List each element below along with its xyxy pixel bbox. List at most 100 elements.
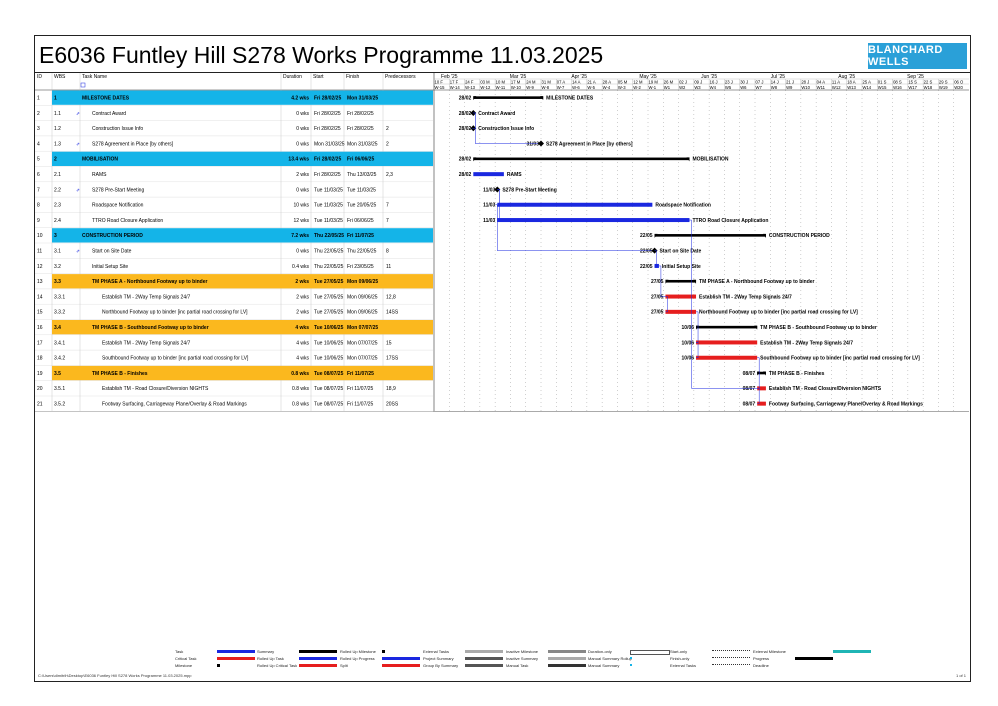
task-finish: Fri 23/05/25	[347, 264, 374, 270]
week-date-label: 30 J	[740, 80, 748, 85]
bar-start-date: 11/03	[483, 218, 495, 224]
task-id: 11	[37, 248, 42, 254]
legend-label: Task	[175, 649, 184, 654]
week-number-label: W13	[847, 85, 856, 90]
legend-swatch	[833, 650, 871, 653]
legend-label: Critical Task	[175, 656, 197, 661]
task-start: Fri 28/02/25	[314, 111, 341, 117]
footer-page-number: 1 of 1	[955, 673, 966, 678]
week-date-label: 17 M	[511, 80, 521, 85]
legend-swatch	[299, 664, 337, 667]
task-duration: 13.4 wks	[288, 157, 309, 163]
task-id: 3	[37, 126, 40, 132]
dependency-link	[757, 388, 760, 404]
task-duration: 12 wks	[293, 218, 309, 224]
legend-swatch	[795, 657, 833, 660]
task-finish: Mon 31/03/25	[347, 141, 378, 147]
week-date-label: 29 S	[939, 80, 948, 85]
legend-label: Split	[340, 663, 348, 668]
task-name-header: Task Name	[82, 74, 107, 80]
task-name: Contract Award	[92, 111, 126, 117]
week-date-label: 01 S	[878, 80, 887, 85]
bar-start-date: 27/05	[651, 294, 664, 300]
task-name: Establish TM - 2Way Temp Signals 24/7	[102, 340, 190, 346]
print-page: E6036 Funtley Hill S278 Works Programme …	[34, 35, 971, 682]
bar-task-label: Initial Setup Site	[662, 264, 701, 270]
task-start: Thu 22/05/25	[314, 248, 344, 254]
table-row: 9 2.4 TTRO Road Closure Application 12 wks T…	[35, 218, 433, 228]
task-id: 13	[37, 279, 43, 285]
task-wbs: 3.4.1	[54, 340, 65, 346]
task-name: Construction Issue Info	[92, 126, 143, 132]
task-id: 4	[37, 141, 40, 147]
table-row: 17 3.4.1 Establish TM - 2Way Temp Signals …	[35, 340, 433, 351]
legend-label: Start-only	[670, 649, 688, 654]
task-name: S278 Pre-Start Meeting	[92, 187, 144, 193]
task-predecessors: 18,9	[386, 386, 396, 392]
legend-label: Milestone	[175, 663, 193, 668]
task-finish: Mon 07/07/25	[347, 325, 378, 331]
task-finish: Mon 09/06/25	[347, 310, 378, 316]
week-date-label: 02 J	[679, 80, 687, 85]
dependency-link	[696, 342, 699, 358]
week-number-label: W8	[771, 85, 778, 90]
task-name: TM PHASE A - Northbound Footway up to bi…	[92, 279, 208, 285]
task-start: Tue 08/07/25	[314, 386, 344, 392]
bar-task-label: Construction Issue Info	[478, 126, 534, 132]
task-id: 12	[37, 264, 43, 270]
week-date-label: 12 M	[633, 80, 643, 85]
table-row: 21 3.5.2 Footway Surfacing, Carriageway Pl…	[35, 401, 433, 412]
task-start: Tue 11/03/25	[314, 187, 343, 193]
task-name: MILESTONE DATES	[82, 95, 130, 101]
table-row: 6 2.1 RAMS 2 wks Fri 28/02/25 Thu 13/03/25 2,3	[35, 172, 433, 182]
legend-swatch	[548, 657, 586, 660]
critical-task-bar	[696, 340, 758, 345]
gantt-bar-group: 08/07 Establish TM - Road Closure/Diversi…	[743, 386, 882, 392]
week-number-label: W4	[710, 85, 717, 90]
bar-start-date: 08/07	[743, 401, 756, 407]
legend-label: Deadline	[753, 663, 769, 668]
bar-task-label: Northbound Footway up to binder [inc par…	[699, 310, 858, 316]
task-predecessors: 14SS	[386, 310, 399, 316]
week-date-label: 04 A	[817, 80, 826, 85]
task-id: 9	[37, 218, 40, 224]
task-finish: Fri 28/02/25	[347, 126, 374, 132]
bar-start-date: 28/02	[459, 157, 472, 163]
task-wbs: 3.3.2	[54, 310, 65, 316]
task-name: MOBILISATION	[82, 157, 118, 163]
task-id: 2	[37, 111, 40, 117]
legend-swatch	[465, 657, 503, 660]
table-row: 1 1 MILESTONE DATES 4.2 wks Fri 28/02/25 Mon …	[35, 90, 433, 106]
week-number-label: W-12	[480, 85, 491, 90]
task-duration: 2 wks	[296, 172, 309, 178]
week-number-label: W11	[817, 85, 826, 90]
bar-start-date: 11/03	[483, 187, 495, 193]
legend-label: Finish-only	[670, 656, 690, 661]
bar-task-label: Footway Surfacing, Carriageway Plane/Ove…	[769, 401, 923, 407]
gantt-bar-group: 28/02 Contract Award	[459, 109, 515, 117]
gantt-bar-group: 28/02 RAMS	[459, 172, 522, 178]
week-date-label: 14 J	[771, 80, 779, 85]
task-id: 10	[37, 233, 43, 239]
week-date-label: 06 O	[954, 80, 964, 85]
bar-task-label: Establish TM - 2Way Temp Signals 24/7	[760, 340, 853, 346]
bar-task-label: S278 Pre-Start Meeting	[502, 187, 556, 193]
summary-bar	[654, 234, 766, 237]
task-start: Tue 08/07/25	[314, 401, 344, 407]
table-row: 3 1.2 Construction Issue Info 0 wks Fri 28/0…	[35, 126, 433, 137]
task-wbs: 3.4.2	[54, 356, 65, 362]
task-id: 14	[37, 294, 43, 300]
task-duration: 10 wks	[293, 203, 309, 209]
legend-label: External Tasks	[670, 663, 696, 668]
legend-label: Duration-only	[588, 649, 612, 654]
task-predecessors: 20SS	[386, 401, 399, 407]
gantt-bar-group: 08/07 Footway Surfacing, Carriageway Plan…	[743, 401, 923, 407]
task-start: Fri 28/02/25	[314, 126, 341, 132]
task-name: Initial Setup Site	[92, 264, 128, 270]
bar-task-label: Establish TM - 2Way Temp Signals 24/7	[699, 294, 792, 300]
task-predecessors: 8	[386, 248, 389, 254]
task-finish: Fri 06/06/25	[347, 218, 374, 224]
task-wbs: 3.5.1	[54, 386, 65, 392]
week-number-label: W2	[679, 85, 686, 90]
legend: Task Critical Task Milestone Summary Rolled …	[35, 645, 972, 673]
